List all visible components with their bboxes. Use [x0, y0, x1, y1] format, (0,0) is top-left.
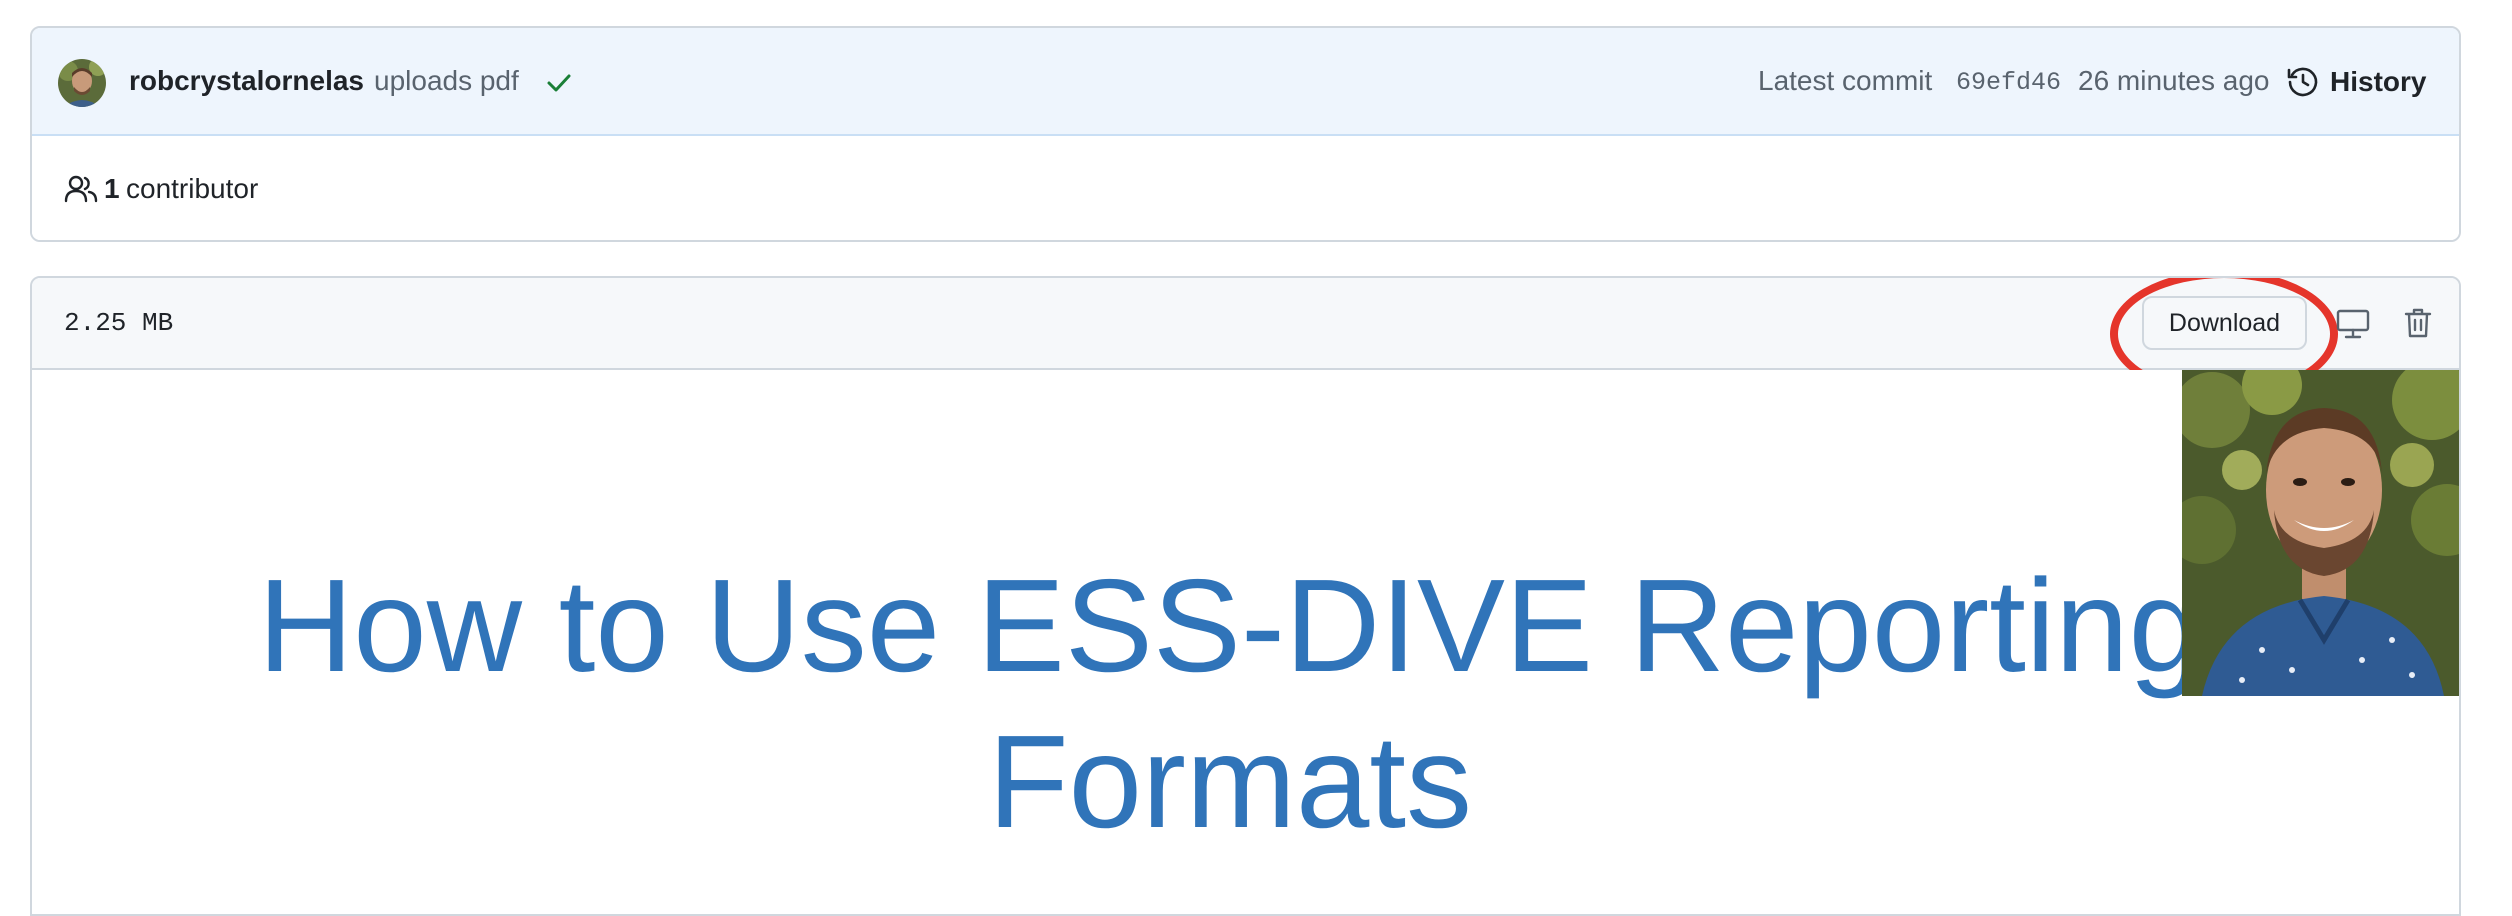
history-button[interactable]: History — [2286, 57, 2426, 107]
contributor-count[interactable]: 1 — [104, 173, 120, 205]
commit-time: 26 minutes ago — [2078, 65, 2270, 96]
people-icon — [64, 175, 98, 203]
pdf-title: How to Use ESS-DIVE Reporting Formats — [32, 548, 2428, 860]
author-avatar[interactable] — [58, 59, 106, 107]
commit-sha-link[interactable]: 69efd46 — [1956, 68, 2061, 97]
latest-commit-label: Latest commit — [1758, 65, 1933, 96]
portrait-photo — [2182, 370, 2459, 696]
file-header: 2.25 MB Download — [32, 278, 2459, 398]
contributors-row: 1 contributor — [32, 136, 2459, 240]
contributor-label[interactable]: contributor — [126, 173, 258, 205]
pdf-title-line-1: How to Use ESS-DIVE Reporting — [257, 552, 2203, 699]
commit-author-link[interactable]: robcrystalornelas — [129, 65, 364, 97]
download-button[interactable]: Download — [2142, 296, 2307, 350]
latest-commit-box: robcrystalornelas uploads pdf Latest com… — [30, 26, 2461, 242]
check-icon[interactable] — [544, 68, 574, 98]
pdf-preview: How to Use ESS-DIVE Reporting Formats — [32, 370, 2459, 914]
trash-icon[interactable] — [2402, 306, 2434, 340]
display-icon[interactable] — [2336, 308, 2370, 340]
commit-bar: robcrystalornelas uploads pdf Latest com… — [32, 28, 2459, 136]
history-label: History — [2330, 66, 2427, 97]
file-viewer: 2.25 MB Download How to Use ESS-DIVE Rep… — [30, 276, 2461, 916]
pdf-title-line-2: Formats — [987, 708, 1473, 855]
commit-message-link[interactable]: uploads pdf — [374, 65, 519, 97]
history-icon — [2287, 67, 2318, 97]
file-size: 2.25 MB — [64, 308, 174, 338]
